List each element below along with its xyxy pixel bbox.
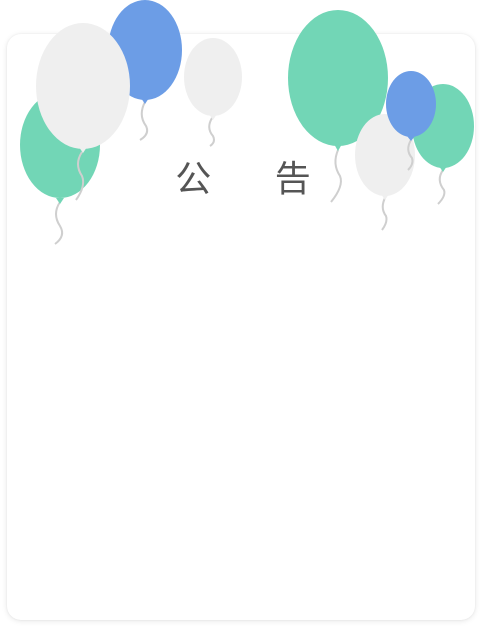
notice-modal: 公 告 [0,0,486,632]
notice-title: 公 告 [175,159,337,200]
notice-body [30,230,456,600]
